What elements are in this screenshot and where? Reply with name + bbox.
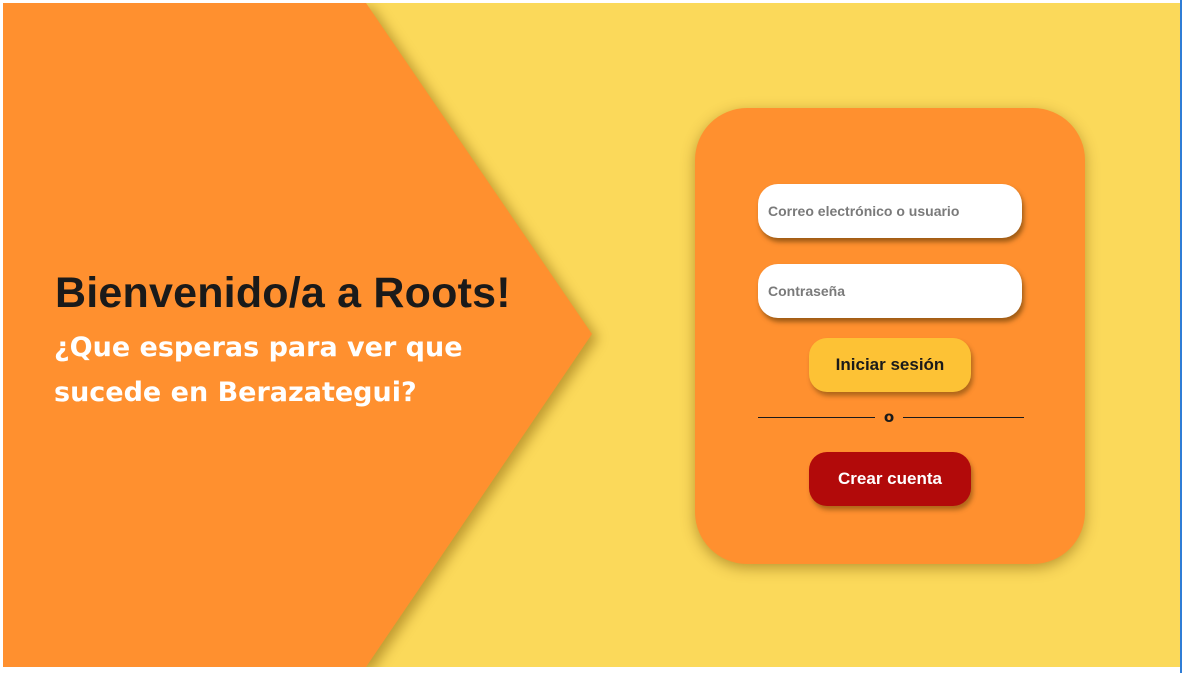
or-label: o bbox=[883, 408, 895, 426]
divider-line-left bbox=[758, 417, 875, 418]
hero-subtitle: ¿Que esperas para ver que sucede en Bera… bbox=[54, 332, 463, 408]
divider-line-right bbox=[903, 417, 1024, 418]
login-card: Iniciar sesión o Crear cuenta bbox=[695, 108, 1085, 564]
page-background: Bienvenido/a a Roots! ¿Que esperas para … bbox=[3, 3, 1180, 667]
or-divider: o bbox=[758, 407, 1024, 427]
hero-title: Bienvenido/a a Roots! bbox=[55, 269, 511, 317]
window-edge bbox=[1180, 0, 1182, 673]
password-input[interactable] bbox=[758, 264, 1022, 318]
login-button[interactable]: Iniciar sesión bbox=[809, 338, 971, 392]
create-account-button[interactable]: Crear cuenta bbox=[809, 452, 971, 506]
user-input[interactable] bbox=[758, 184, 1022, 238]
